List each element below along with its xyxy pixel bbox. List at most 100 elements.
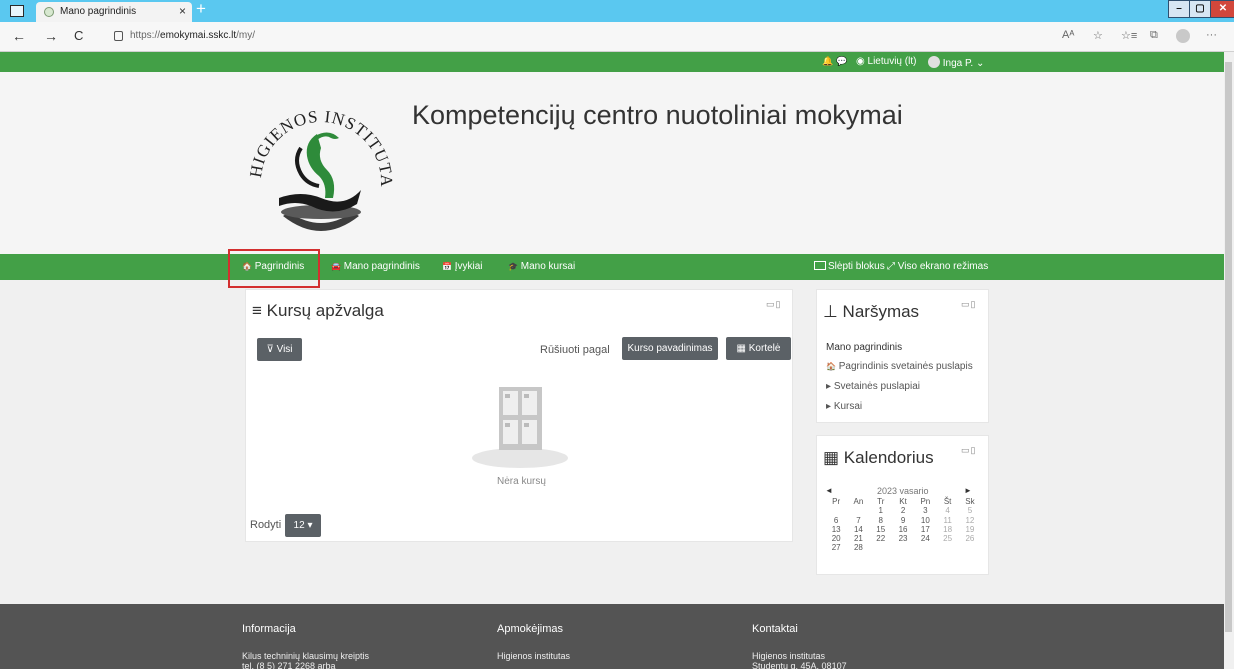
lock-icon xyxy=(114,31,123,41)
browser-tab[interactable]: Mano pagrindinis × xyxy=(36,2,192,22)
calendar-day[interactable]: 5 xyxy=(959,506,981,515)
tab-title: Mano pagrindinis xyxy=(60,6,137,17)
calendar-day[interactable]: 28 xyxy=(847,543,869,552)
calendar-icon: ▦ xyxy=(823,448,840,467)
forward-icon[interactable]: → xyxy=(44,28,58,44)
close-window-button[interactable]: ✕ xyxy=(1211,1,1234,17)
nav-item-my-courses[interactable]: 🎓 Mano kursai xyxy=(508,261,575,272)
calendar-day[interactable]: 25 xyxy=(936,534,958,543)
favorites-list-icon[interactable]: ☆≡ xyxy=(1121,29,1137,42)
month-label: 2023 vasario xyxy=(877,486,929,496)
nav-link-courses[interactable]: ▸ Kursai xyxy=(826,401,862,412)
more-icon[interactable]: ··· xyxy=(1206,29,1217,41)
calendar-day[interactable]: 15 xyxy=(870,525,892,534)
calendar-day[interactable]: 3 xyxy=(914,506,936,515)
footer-heading-payment: Apmokėjimas xyxy=(497,623,564,635)
hide-blocks-button[interactable]: Slėpti blokus xyxy=(814,261,885,272)
nav-item-events[interactable]: 📅 Įvykiai xyxy=(442,261,483,272)
url-input[interactable]: https://emokymai.sskc.lt/my/ xyxy=(104,27,1124,47)
block-title: ⊥ Naršymas xyxy=(823,302,919,322)
calendar-day[interactable]: 4 xyxy=(936,506,958,515)
calendar-day[interactable]: 19 xyxy=(959,525,981,534)
language-menu[interactable]: ◉ Lietuvių (lt) xyxy=(856,56,916,67)
empty-state-text: Nėra kursų xyxy=(497,476,546,487)
home-icon: 🏠 xyxy=(826,362,836,371)
view-button[interactable]: ▦ Kortelė xyxy=(726,337,791,360)
window-menu-icon[interactable] xyxy=(10,5,24,17)
calendar-day[interactable]: 26 xyxy=(959,534,981,543)
avatar xyxy=(928,56,940,68)
tab-close-icon[interactable]: × xyxy=(179,4,186,18)
calendar-day[interactable]: 24 xyxy=(914,534,936,543)
nav-label: Įvykiai xyxy=(454,261,483,272)
calendar-grid: Pr An Tr Kt Pn Št Sk 1 2 3 4 5 6 7 8 9 10 11 12 13 14 15 16 17 1… xyxy=(825,497,981,553)
next-month-icon[interactable]: ► xyxy=(964,486,972,495)
view-label: Kortelė xyxy=(748,343,781,354)
calendar-day[interactable]: 20 xyxy=(825,534,847,543)
expand-icon: ⤢ xyxy=(887,261,895,272)
block-controls[interactable]: ▭▯ xyxy=(766,299,781,310)
empty-courses-icon xyxy=(472,387,568,468)
user-menu[interactable]: Inga P. ⌄ xyxy=(928,56,984,69)
calendar-day[interactable]: 10 xyxy=(914,516,936,525)
reload-icon[interactable]: C xyxy=(74,28,83,43)
calendar-day[interactable]: 23 xyxy=(892,534,914,543)
footer-text: Studentų g. 45A, 08107 xyxy=(752,661,847,669)
new-tab-button[interactable]: + xyxy=(196,0,206,19)
profile-icon[interactable] xyxy=(1176,29,1190,43)
calendar-day[interactable]: 1 xyxy=(870,506,892,515)
minimize-button[interactable]: – xyxy=(1169,1,1190,17)
nav-link-site-home[interactable]: 🏠 Pagrindinis svetainės puslapis xyxy=(826,361,973,372)
weekday-label: Pr xyxy=(832,497,841,506)
user-name: Inga P. xyxy=(942,58,974,69)
nav-link-site-pages[interactable]: ▸ Svetainės puslapiai xyxy=(826,381,920,392)
nav-heading[interactable]: Mano pagrindinis xyxy=(826,342,902,353)
site-footer: Informacija Kilus techninių klausimų kre… xyxy=(0,604,1224,669)
maximize-button[interactable]: ▢ xyxy=(1190,1,1211,17)
page-size-select[interactable]: 12 ▾ xyxy=(285,514,321,537)
nav-item-dashboard[interactable]: 🚘 Mano pagrindinis xyxy=(331,261,420,272)
sort-button[interactable]: Kurso pavadinimas xyxy=(622,337,718,360)
footer-heading-info: Informacija xyxy=(242,623,296,635)
prev-month-icon[interactable]: ◄ xyxy=(825,486,833,495)
back-icon[interactable]: ← xyxy=(12,28,26,44)
calendar-day[interactable]: 22 xyxy=(870,534,892,543)
calendar-day[interactable]: 9 xyxy=(892,516,914,525)
calendar-day[interactable]: 2 xyxy=(892,506,914,515)
calendar-day[interactable]: 14 xyxy=(847,525,869,534)
main-nav: 🏠 Pagrindinis 🚘 Mano pagrindinis 📅 Įvyki… xyxy=(0,254,1224,280)
fullscreen-button[interactable]: ⤢ Viso ekrano režimas xyxy=(887,261,988,272)
calendar-day[interactable]: 8 xyxy=(870,516,892,525)
caret-right-icon: ▸ xyxy=(826,381,832,392)
block-controls[interactable]: ▭▯ xyxy=(961,445,976,456)
calendar-day xyxy=(959,543,981,552)
calendar-day[interactable]: 17 xyxy=(914,525,936,534)
calendar-day[interactable]: 7 xyxy=(847,516,869,525)
nav-link-label: Pagrindinis svetainės puslapis xyxy=(838,361,973,372)
calendar-day[interactable]: 16 xyxy=(892,525,914,534)
calendar-day[interactable]: 18 xyxy=(936,525,958,534)
favorite-icon[interactable]: ☆ xyxy=(1093,29,1103,42)
read-aloud-icon[interactable]: Aᴬ xyxy=(1062,29,1074,41)
page-size-value: 12 xyxy=(293,520,305,531)
nav-link-label: Kursai xyxy=(833,401,863,412)
block-title: ▦ Kalendorius xyxy=(823,448,934,468)
calendar-day[interactable]: 6 xyxy=(825,516,847,525)
institute-logo[interactable]: HIGIENOS INSTITUTAS xyxy=(245,94,395,252)
calendar-day[interactable]: 12 xyxy=(959,516,981,525)
chat-icon[interactable]: 💬 xyxy=(836,56,847,67)
bell-icon[interactable]: 🔔 xyxy=(822,56,833,67)
block-title: ≡ Kursų apžvalga xyxy=(252,301,384,321)
collections-icon[interactable]: ⧉ xyxy=(1150,29,1158,42)
calendar-day[interactable]: 21 xyxy=(847,534,869,543)
hide-blocks-label: Slėpti blokus xyxy=(828,261,885,272)
calendar-day[interactable]: 11 xyxy=(936,516,958,525)
calendar-day xyxy=(892,543,914,552)
calendar-day[interactable]: 13 xyxy=(825,525,847,534)
page-scrollbar[interactable] xyxy=(1224,52,1234,669)
block-controls[interactable]: ▭▯ xyxy=(961,299,976,310)
scrollbar-thumb[interactable] xyxy=(1225,62,1232,632)
weekday-label: Tr xyxy=(877,497,885,506)
calendar-day[interactable]: 27 xyxy=(825,543,847,552)
filter-button[interactable]: ⊽ Visi xyxy=(257,338,302,361)
